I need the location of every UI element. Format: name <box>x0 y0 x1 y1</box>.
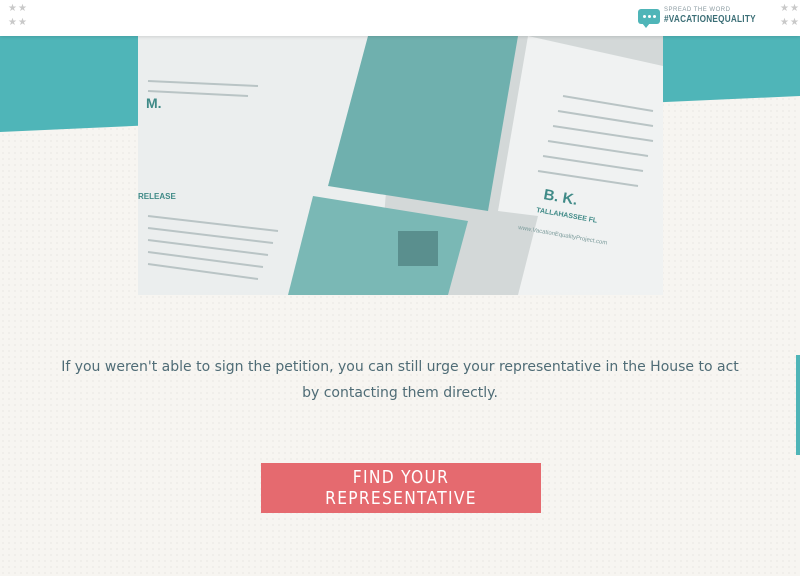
hashtag: #VACATIONEQUALITY <box>664 14 756 25</box>
hero-image: M. RELEASE B. K. TALLAHASSEE FL www.Vaca… <box>138 36 663 295</box>
hero-heading: RELEASE <box>138 192 176 201</box>
top-bar: ★★ ★★ SPREAD THE WORD #VACATIONEQUALITY ★… <box>0 0 800 36</box>
stars-decoration-right: ★★ ★★ <box>780 3 800 28</box>
find-representative-label: FIND YOUR REPRESENTATIVE <box>325 467 477 509</box>
side-tab[interactable] <box>796 355 800 455</box>
speech-bubble-icon <box>638 8 661 28</box>
hero-initials-1: M. <box>146 95 162 111</box>
find-representative-button[interactable]: FIND YOUR REPRESENTATIVE <box>261 463 541 513</box>
spread-the-word-link[interactable]: SPREAD THE WORD #VACATIONEQUALITY <box>638 7 776 28</box>
petition-message: If you weren't able to sign the petition… <box>61 359 739 401</box>
stars-decoration-left: ★★ ★★ <box>8 3 28 28</box>
spread-label: SPREAD THE WORD <box>664 7 731 13</box>
